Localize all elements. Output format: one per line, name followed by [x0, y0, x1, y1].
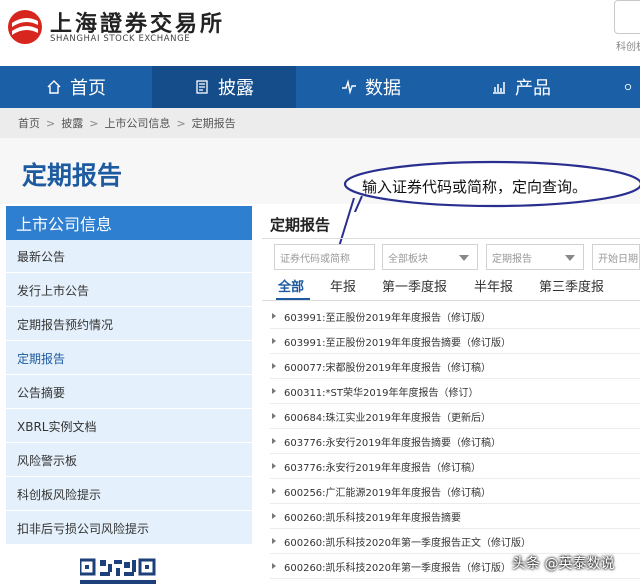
- tab-half-year[interactable]: 半年报: [474, 276, 513, 295]
- qr-code-icon: [80, 558, 156, 584]
- breadcrumb-home[interactable]: 首页: [18, 115, 40, 131]
- sidebar-item-summary[interactable]: 公告摘要: [6, 376, 252, 409]
- caret-right-icon: [272, 363, 276, 369]
- caret-right-icon: [272, 513, 276, 519]
- caret-right-icon: [272, 313, 276, 319]
- breadcrumb-current: 定期报告: [191, 117, 236, 130]
- caret-right-icon: [272, 563, 276, 569]
- breadcrumb-disclosure[interactable]: 披露: [61, 115, 83, 131]
- caret-right-icon: [272, 388, 276, 394]
- more-icon: [624, 83, 632, 91]
- main-nav: 首页 披露 数据 产品: [0, 66, 640, 108]
- report-row[interactable]: 603776:永安行2019年年度报告摘要（修订稿）: [270, 429, 640, 454]
- sidebar-item-risk-warning[interactable]: 风险警示板: [6, 444, 252, 477]
- divider: [262, 300, 640, 301]
- caret-right-icon: [272, 438, 276, 444]
- report-link[interactable]: 600684:珠江实业2019年年度报告（更新后）: [284, 409, 491, 424]
- report-link[interactable]: 603991:至正股份2019年年度报告摘要（修订版）: [284, 334, 511, 349]
- search-hint: 科创板: [616, 42, 640, 53]
- report-type-select[interactable]: 定期报告: [486, 244, 584, 270]
- chevron-right-icon: >: [89, 116, 99, 130]
- breadcrumb-company-info[interactable]: 上市公司信息: [104, 115, 170, 131]
- nav-item-home[interactable]: 首页: [0, 66, 152, 108]
- nav-item-label: 首页: [70, 78, 106, 99]
- report-link[interactable]: 603991:至正股份2019年年度报告（修订版）: [284, 309, 491, 324]
- section-title: 定期报告: [270, 216, 331, 234]
- board-select-value: 全部板块: [388, 253, 428, 265]
- tab-q1[interactable]: 第一季度报: [382, 276, 447, 295]
- divider: [262, 238, 640, 239]
- pulse-icon: [342, 79, 356, 95]
- sse-logo-icon[interactable]: [6, 8, 44, 46]
- report-row[interactable]: 603991:至正股份2019年年度报告摘要（修订版）: [270, 329, 640, 354]
- board-select[interactable]: 全部板块: [382, 244, 478, 270]
- report-link[interactable]: 600077:宋都股份2019年年度报告（修订稿）: [284, 359, 491, 374]
- nav-item-label: 披露: [218, 78, 254, 99]
- tab-q3[interactable]: 第三季度报: [539, 276, 604, 295]
- report-row[interactable]: 600260:凯乐科技2019年年度报告摘要: [270, 504, 640, 529]
- caret-right-icon: [272, 413, 276, 419]
- caret-right-icon: [272, 463, 276, 469]
- chevron-down-icon: [565, 255, 575, 261]
- watermark: 头条 @英泰数说: [512, 550, 614, 576]
- nav-item-more[interactable]: [624, 66, 640, 108]
- page-title: 定期报告: [22, 161, 123, 190]
- sidebar-item-periodic-reports[interactable]: 定期报告: [6, 342, 252, 375]
- report-row[interactable]: 603776:永安行2019年年度报告（修订稿）: [270, 454, 640, 479]
- start-date-placeholder: 开始日期: [598, 253, 638, 265]
- nav-item-label: 数据: [365, 78, 401, 99]
- tab-all[interactable]: 全部: [278, 276, 304, 295]
- report-row[interactable]: 600077:宋都股份2019年年度报告（修订稿）: [270, 354, 640, 379]
- code-search-input[interactable]: 证券代码或简称: [274, 244, 375, 270]
- search-input[interactable]: [614, 0, 640, 34]
- report-row[interactable]: 600256:广汇能源2019年年度报告（修订稿）: [270, 479, 640, 504]
- sidebar-item-star-risk[interactable]: 科创板风险提示: [6, 478, 252, 511]
- chevron-down-icon: [459, 255, 469, 261]
- home-icon: [47, 80, 61, 94]
- sidebar-heading[interactable]: 上市公司信息: [6, 206, 252, 240]
- chevron-right-icon: >: [46, 116, 56, 130]
- logo-title-en: SHANGHAI STOCK EXCHANGE: [50, 34, 191, 44]
- caret-right-icon: [272, 488, 276, 494]
- report-type-value: 定期报告: [492, 253, 532, 265]
- watermark-text: 头条 @英泰数说: [512, 556, 615, 572]
- sidebar-item-ipo[interactable]: 发行上市公告: [6, 274, 252, 307]
- site-header: 上海證券交易所 SHANGHAI STOCK EXCHANGE 科创板: [0, 0, 640, 66]
- nav-item-products[interactable]: 产品: [446, 66, 596, 108]
- sidebar-item-latest[interactable]: 最新公告: [6, 240, 252, 273]
- nav-item-label: 产品: [515, 78, 551, 99]
- report-link[interactable]: 603776:永安行2019年年度报告摘要（修订稿）: [284, 434, 501, 449]
- caret-right-icon: [272, 338, 276, 344]
- sidebar-item-loss-risk[interactable]: 扣非后亏损公司风险提示: [6, 512, 252, 545]
- report-row[interactable]: 600311:*ST荣华2019年年度报告（修订）: [270, 379, 640, 404]
- report-row[interactable]: 603991:至正股份2019年年度报告（修订版）: [270, 304, 640, 329]
- sidebar-item-xbrl[interactable]: XBRL实例文档: [6, 410, 252, 443]
- sidebar-item-report-schedule[interactable]: 定期报告预约情况: [6, 308, 252, 341]
- document-icon: [196, 80, 208, 94]
- report-link[interactable]: 600260:凯乐科技2020年第一季度报告（修订版）: [284, 559, 511, 574]
- caret-right-icon: [272, 538, 276, 544]
- nav-item-data[interactable]: 数据: [296, 66, 446, 108]
- report-link[interactable]: 600311:*ST荣华2019年年度报告（修订）: [284, 384, 478, 399]
- breadcrumb: 首页 > 披露 > 上市公司信息 > 定期报告: [0, 108, 640, 138]
- callout-text: 输入证券代码或简称，定向查询。: [362, 178, 588, 196]
- tab-annual[interactable]: 年报: [330, 276, 356, 295]
- report-link[interactable]: 600260:凯乐科技2019年年度报告摘要: [284, 509, 461, 524]
- report-link[interactable]: 600256:广汇能源2019年年度报告（修订稿）: [284, 484, 491, 499]
- report-row[interactable]: 600684:珠江实业2019年年度报告（更新后）: [270, 404, 640, 429]
- report-link[interactable]: 600260:凯乐科技2020年第一季度报告正文（修订版）: [284, 534, 531, 549]
- bar-chart-icon: [493, 82, 505, 94]
- nav-item-disclosure[interactable]: 披露: [152, 66, 296, 108]
- start-date-input[interactable]: 开始日期: [592, 244, 640, 270]
- code-search-placeholder: 证券代码或简称: [280, 253, 350, 265]
- chevron-right-icon: >: [176, 116, 186, 130]
- report-link[interactable]: 603776:永安行2019年年度报告（修订稿）: [284, 459, 481, 474]
